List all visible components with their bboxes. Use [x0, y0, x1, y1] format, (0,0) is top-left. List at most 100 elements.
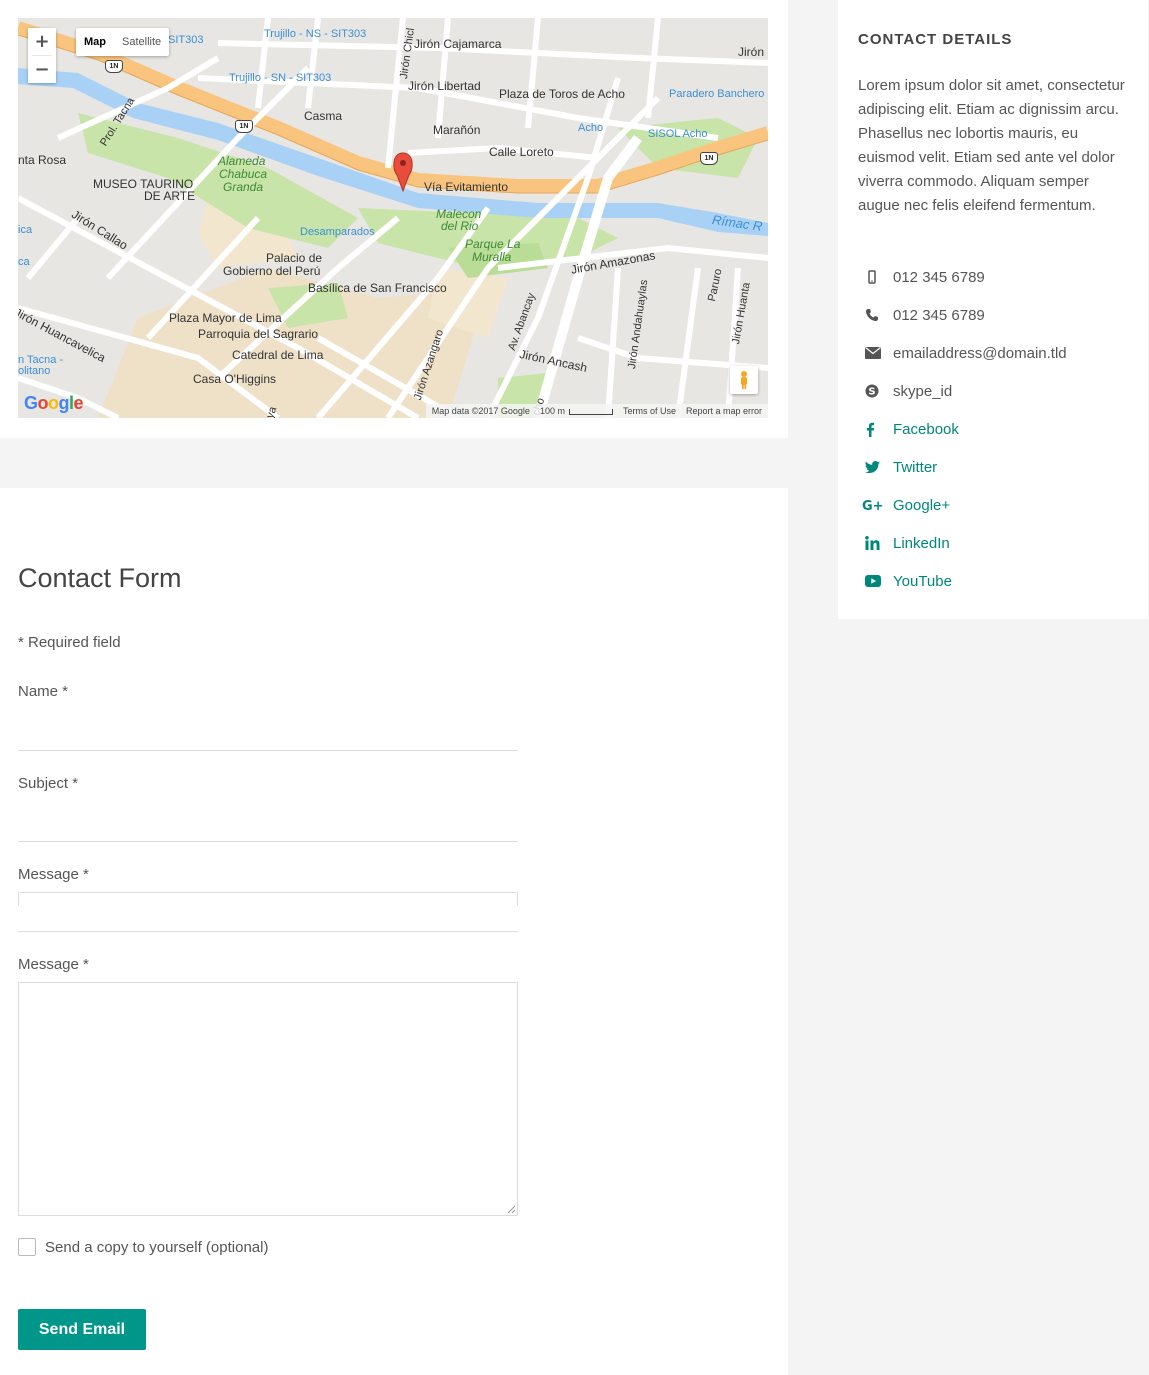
- skype-icon: S: [858, 384, 893, 398]
- youtube-icon: [858, 575, 893, 587]
- svg-text:S: S: [868, 387, 875, 398]
- scale-bar: [568, 408, 613, 415]
- map-label: ica: [18, 224, 33, 236]
- map-label: Plaza Mayor de Lima: [169, 311, 282, 325]
- subject-label: Subject *: [18, 775, 79, 792]
- map-label: DE ARTE: [144, 189, 196, 203]
- map-label: Desamparados: [300, 226, 375, 238]
- map-data-credit: Map data ©2017 Google: [431, 406, 530, 416]
- phone-icon: [858, 308, 893, 322]
- map-label: del Rio: [441, 219, 479, 233]
- map-label: SISOL Acho: [648, 128, 708, 140]
- map-label: Chabuca: [219, 167, 268, 181]
- map-label: Casa O'Higgins: [193, 372, 276, 386]
- map-label: Paradero Banchero: [669, 88, 765, 100]
- map-label: nta Rosa: [18, 153, 67, 167]
- map-label: Vía Evitamiento: [424, 180, 509, 194]
- map-label: Jirón Libertad: [408, 79, 481, 93]
- svg-text:G+: G+: [862, 499, 884, 512]
- linkedin-icon: [858, 536, 893, 550]
- map-label: Calle Loreto: [489, 145, 554, 159]
- contact-details-title: CONTACT DETAILS: [858, 31, 1013, 48]
- contact-details-description: Lorem ipsum dolor sit amet, consectetur …: [858, 77, 1125, 214]
- contact-details-panel: CONTACT DETAILS Lorem ipsum dolor sit am…: [838, 0, 1148, 619]
- google-logo[interactable]: Google: [24, 393, 84, 414]
- report-map-error-link[interactable]: Report a map error: [686, 406, 762, 416]
- map-label: SIT303: [168, 34, 204, 46]
- highway-shield: 1N: [105, 60, 123, 73]
- map-type-control: Map Satellite: [76, 28, 170, 56]
- highway-shield: 1N: [700, 152, 718, 165]
- name-input[interactable]: [18, 715, 518, 751]
- resize-grip-icon[interactable]: [506, 1204, 516, 1214]
- send-copy-label[interactable]: Send a copy to yourself (optional): [45, 1239, 268, 1256]
- zoom-controls: + −: [28, 28, 56, 83]
- map-label: Gobierno del Perú: [223, 264, 321, 278]
- twitter-link[interactable]: Twitter: [893, 459, 937, 476]
- twitter-icon: [858, 461, 893, 473]
- contact-item-linkedin[interactable]: LinkedIn: [858, 524, 1138, 562]
- subject-input[interactable]: [18, 806, 518, 842]
- map-label: Parque La: [465, 237, 521, 251]
- contact-item-phone: 012 345 6789: [858, 296, 1138, 334]
- message-label-first: Message *: [18, 866, 89, 883]
- map-label: ca: [18, 256, 30, 268]
- send-copy-checkbox[interactable]: [18, 1238, 36, 1256]
- form-title: Contact Form: [18, 563, 182, 593]
- message-line-input[interactable]: [18, 896, 518, 932]
- map-label: Palacio de: [266, 251, 323, 265]
- highway-shield: 1N: [235, 120, 253, 133]
- street-view-pegman-button[interactable]: [730, 366, 758, 394]
- map-panel: Trujillo - NS - SIT303 SIT303 Jirón Caja…: [0, 0, 788, 438]
- youtube-link[interactable]: YouTube: [893, 573, 952, 590]
- map-label: Granda: [223, 180, 264, 194]
- map-label: Basílica de San Francisco: [308, 281, 447, 295]
- map-type-satellite-button[interactable]: Satellite: [114, 28, 169, 56]
- contact-item-google-plus[interactable]: G+ Google+: [858, 486, 1138, 524]
- send-email-button[interactable]: Send Email: [18, 1309, 146, 1350]
- phone-number: 012 345 6789: [893, 306, 985, 324]
- zoom-out-button[interactable]: −: [28, 56, 56, 83]
- send-copy-row: Send a copy to yourself (optional): [18, 1238, 268, 1256]
- map-label: Casma: [304, 109, 343, 123]
- map-label: Jirón: [738, 45, 765, 59]
- contact-item-youtube[interactable]: YouTube: [858, 562, 1138, 600]
- map-label: Trujillo - NS - SIT303: [264, 28, 367, 40]
- email-address[interactable]: emailaddress@domain.tld: [893, 345, 1067, 362]
- skype-id[interactable]: skype_id: [893, 383, 952, 400]
- map-label: Catedral de Lima: [232, 348, 324, 362]
- contact-item-skype: S skype_id: [858, 372, 1138, 410]
- map-label: Muralla: [472, 250, 512, 264]
- pegman-icon: [741, 371, 747, 389]
- map-tiles[interactable]: [18, 18, 768, 418]
- map-attribution: Map data ©2017 Google 100 m Terms of Use…: [425, 404, 768, 418]
- map-type-map-button[interactable]: Map: [76, 28, 114, 56]
- contact-form-panel: Contact Form * Required field Name * Sub…: [0, 488, 788, 1375]
- zoom-in-button[interactable]: +: [28, 28, 56, 55]
- mobile-icon: [858, 270, 893, 284]
- contact-item-facebook[interactable]: Facebook: [858, 410, 1138, 448]
- contact-list: 012 345 6789 012 345 6789 emailaddress@d…: [858, 258, 1138, 600]
- terms-of-use-link[interactable]: Terms of Use: [623, 406, 676, 416]
- contact-item-mobile: 012 345 6789: [858, 258, 1138, 296]
- map-label: Acho: [578, 122, 604, 134]
- map-label: Trujillo - SN - SIT303: [229, 72, 332, 84]
- map-label: Jirón Cajamarca: [414, 37, 502, 51]
- map-label: Parroquia del Sagrario: [198, 327, 319, 341]
- envelope-icon: [858, 347, 893, 359]
- map-label: Plaza de Toros de Acho: [499, 87, 625, 101]
- contact-item-email: emailaddress@domain.tld: [858, 334, 1138, 372]
- google-plus-icon: G+: [858, 498, 893, 512]
- map-label: Alameda: [218, 154, 266, 168]
- mobile-number: 012 345 6789: [893, 268, 985, 286]
- facebook-link[interactable]: Facebook: [893, 421, 959, 438]
- message-textarea[interactable]: [18, 982, 518, 1216]
- contact-item-twitter[interactable]: Twitter: [858, 448, 1138, 486]
- required-field-note: * Required field: [18, 634, 121, 651]
- facebook-icon: [858, 422, 893, 437]
- map-label: olitano: [18, 365, 51, 377]
- linkedin-link[interactable]: LinkedIn: [893, 535, 950, 552]
- google-plus-link[interactable]: Google+: [893, 497, 950, 514]
- google-map[interactable]: Trujillo - NS - SIT303 SIT303 Jirón Caja…: [18, 18, 768, 418]
- map-scale[interactable]: 100 m: [540, 406, 613, 416]
